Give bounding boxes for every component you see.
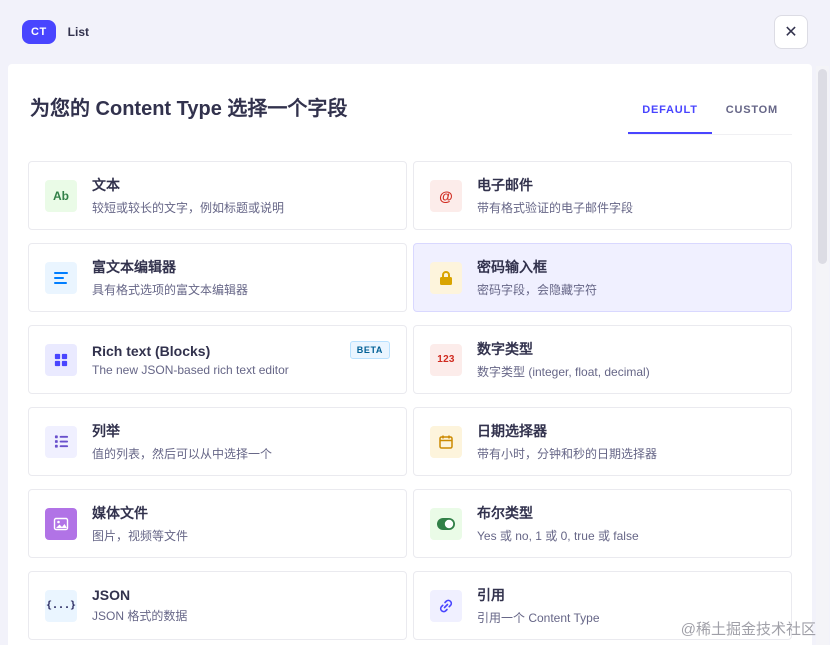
field-card-enumeration[interactable]: 列举 值的列表，然后可以从中选择一个 [28,407,407,476]
field-card-json[interactable]: {...} JSON JSON 格式的数据 [28,571,407,640]
calendar-icon [430,425,462,458]
boolean-toggle-icon [430,507,462,540]
close-button[interactable]: ✕ [774,15,808,49]
field-card-text[interactable]: Ab 文本 较短或较长的文字，例如标题或说明 [28,161,407,230]
scrollbar-thumb[interactable] [818,69,827,264]
field-title: 布尔类型 [477,505,533,521]
modal-title: 为您的 Content Type 选择一个字段 [30,98,348,120]
lock-icon [430,261,462,294]
field-select-modal: 为您的 Content Type 选择一个字段 DEFAULT CUSTOM A… [8,64,812,645]
field-description: 较短或较长的文字，例如标题或说明 [92,201,285,215]
field-card-media[interactable]: 媒体文件 图片，视频等文件 [28,489,407,558]
field-description: The new JSON-based rich text editor [92,362,289,377]
content-type-builder-logo: CT [22,20,56,44]
field-description: 图片，视频等文件 [92,529,189,543]
tab-default[interactable]: DEFAULT [628,94,712,134]
modal-header: 为您的 Content Type 选择一个字段 DEFAULT CUSTOM [28,92,792,135]
vertical-scrollbar[interactable] [816,66,829,645]
beta-badge: BETA [349,341,390,359]
top-bar: CT List ✕ [0,0,830,64]
field-title: 引用 [477,587,505,603]
field-description: 密码字段，会隐藏字符 [477,283,598,297]
field-description: 数字类型 (integer, float, decimal) [477,365,650,379]
field-card-number[interactable]: 123 数字类型 数字类型 (integer, float, decimal) [413,325,792,394]
field-card-date[interactable]: 日期选择器 带有小时，分钟和秒的日期选择器 [413,407,792,476]
field-description: 具有格式选项的富文本编辑器 [92,283,249,297]
field-description: 带有小时，分钟和秒的日期选择器 [477,447,658,461]
email-field-icon: @ [430,179,462,212]
field-card-richtext[interactable]: 富文本编辑器 具有格式选项的富文本编辑器 [28,243,407,312]
field-card-password[interactable]: 密码输入框 密码字段，会隐藏字符 [413,243,792,312]
richtext-icon [45,261,77,294]
field-title: 媒体文件 [92,505,148,521]
field-title: 日期选择器 [477,423,547,439]
field-card-blocks[interactable]: Rich text (Blocks) The new JSON-based ri… [28,325,407,394]
field-title: 列举 [92,423,120,439]
tab-custom[interactable]: CUSTOM [712,94,792,134]
field-card-boolean[interactable]: 布尔类型 Yes 或 no, 1 或 0, true 或 false [413,489,792,558]
number-field-icon: 123 [430,343,462,376]
field-description: Yes 或 no, 1 或 0, true 或 false [477,529,639,543]
field-type-grid: Ab 文本 较短或较长的文字，例如标题或说明 @ 电子邮件 带有格式验证的电子邮… [28,161,792,645]
content-type-name: List [67,25,90,39]
field-title: 电子邮件 [477,177,533,193]
json-field-icon: {...} [45,589,77,622]
field-card-email[interactable]: @ 电子邮件 带有格式验证的电子邮件字段 [413,161,792,230]
text-icon-glyph: Ab [53,188,69,203]
enumeration-icon [45,425,77,458]
close-icon: ✕ [784,24,798,41]
field-title: 密码输入框 [477,259,547,275]
text-field-icon: Ab [45,179,77,212]
field-description: JSON 格式的数据 [92,609,188,623]
tab-bar: DEFAULT CUSTOM [628,94,792,135]
blocks-icon [45,343,77,376]
watermark: @稀土掘金技术社区 [680,621,816,638]
json-icon-glyph: {...} [45,600,77,611]
field-description: 值的列表，然后可以从中选择一个 [92,447,273,461]
number-icon-glyph: 123 [437,354,455,365]
field-title: JSON [92,587,131,603]
field-title: 富文本编辑器 [92,259,176,275]
field-description: 引用一个 Content Type [477,611,600,625]
media-icon [45,507,77,540]
page: CT List ✕ 为您的 Content Type 选择一个字段 DEFAUL… [0,0,830,645]
field-description: 带有格式验证的电子邮件字段 [477,201,634,215]
field-title: 文本 [92,177,120,193]
field-title: 数字类型 [477,341,533,357]
relation-link-icon [430,589,462,622]
field-title: Rich text (Blocks) [92,342,211,359]
email-icon-glyph: @ [439,187,453,204]
